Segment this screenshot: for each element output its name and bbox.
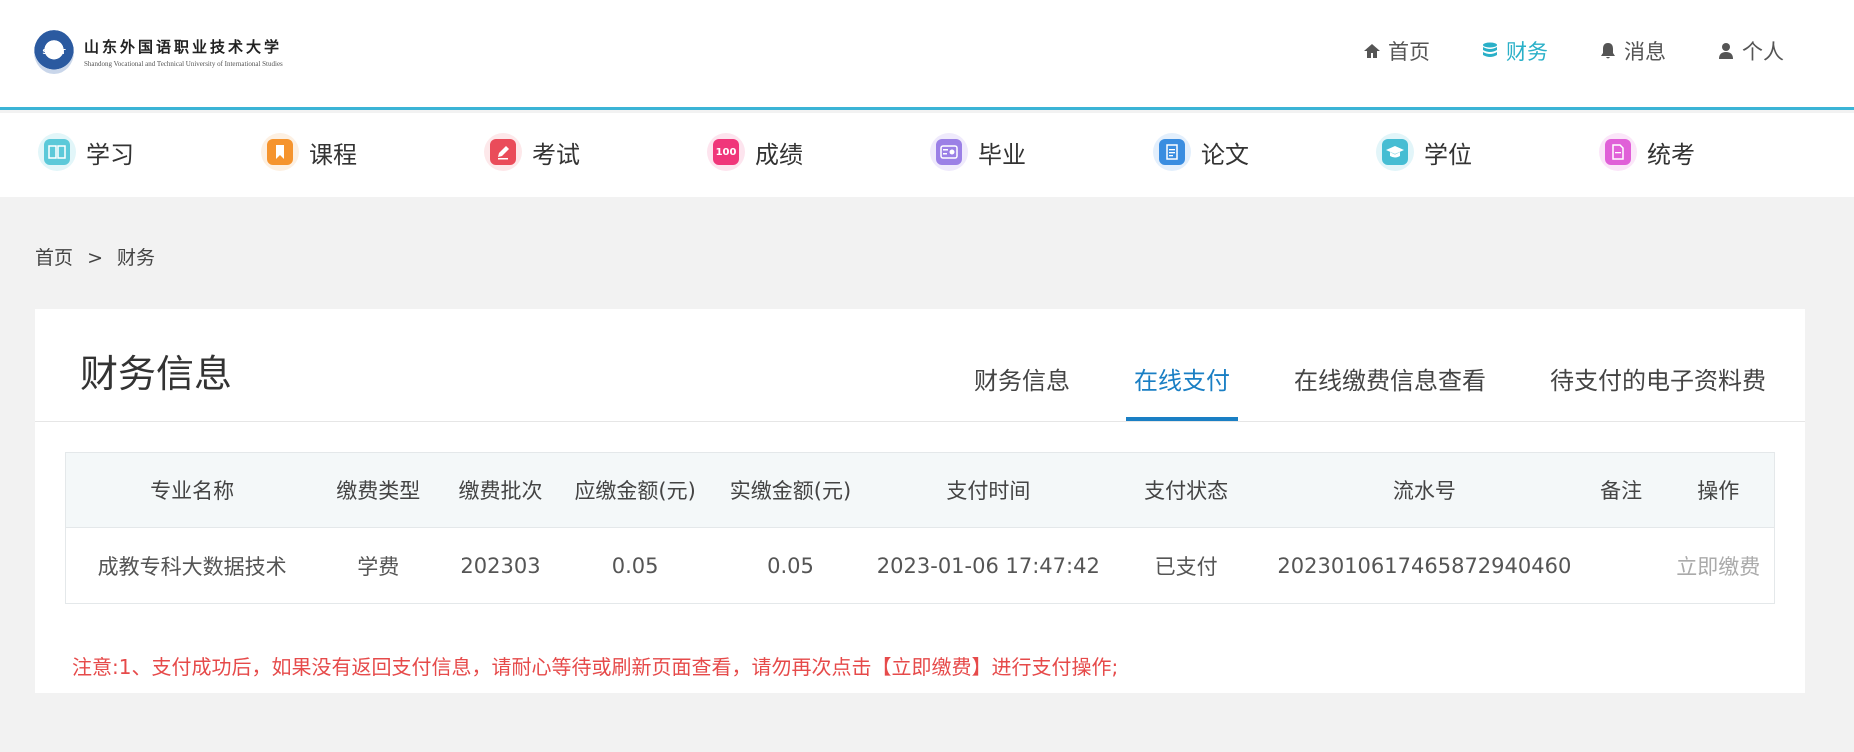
- home-icon: [1364, 44, 1380, 58]
- university-emblem-icon: SWUT: [34, 30, 74, 74]
- col-amount-paid: 实缴金额(元): [707, 452, 874, 528]
- emblem-text: SWUT: [42, 48, 66, 56]
- user-icon: [1719, 43, 1733, 59]
- topnav-messages[interactable]: 消息: [1598, 36, 1666, 66]
- table-header-row: 专业名称 缴费类型 缴费批次 应缴金额(元) 实缴金额(元) 支付时间 支付状态…: [65, 452, 1775, 528]
- topnav-home[interactable]: 首页: [1362, 36, 1430, 66]
- table-row: 成教专科大数据技术 学费 202303 0.05 0.05 2023-01-06…: [66, 528, 1775, 604]
- logo-chinese-name: 山东外国语职业技术大学: [84, 38, 283, 56]
- cell-amount-due: 0.05: [611, 553, 659, 578]
- topnav-home-label: 首页: [1388, 40, 1430, 64]
- cell-major: 成教专科大数据技术: [97, 554, 287, 579]
- col-action: 操作: [1662, 452, 1775, 528]
- card-title: 财务信息: [80, 352, 233, 396]
- tab-online-payment[interactable]: 在线支付: [1126, 361, 1238, 421]
- graduation-cap-icon: [1376, 133, 1414, 171]
- card-header: 财务信息 财务信息 在线支付 在线缴费信息查看 待支付的电子资料费: [35, 309, 1805, 422]
- module-degree[interactable]: 学位: [1376, 133, 1472, 171]
- finance-card: 财务信息 财务信息 在线支付 在线缴费信息查看 待支付的电子资料费 专业名称 缴…: [35, 309, 1805, 693]
- bookmark-icon: [261, 133, 299, 171]
- module-degree-label: 学位: [1424, 140, 1472, 169]
- pencil-icon: [484, 133, 522, 171]
- col-batch: 缴费批次: [438, 452, 563, 528]
- file-stack-icon: [1599, 133, 1637, 171]
- book-open-icon: [38, 133, 76, 171]
- module-thesis[interactable]: 论文: [1153, 133, 1249, 171]
- module-grades[interactable]: 100 成绩: [707, 133, 803, 171]
- certificate-icon: [930, 133, 968, 171]
- tab-payment-records[interactable]: 在线缴费信息查看: [1286, 361, 1494, 421]
- cell-amount-paid: 0.05: [767, 553, 814, 578]
- document-icon: [1153, 133, 1191, 171]
- module-exam[interactable]: 考试: [484, 133, 580, 171]
- payment-notice: 注意:1、支付成功后，如果没有返回支付信息，请耐心等待或刷新页面查看，请勿再次点…: [72, 655, 1119, 679]
- topnav-personal[interactable]: 个人: [1716, 36, 1784, 66]
- breadcrumb-home[interactable]: 首页: [35, 247, 73, 269]
- col-pay-status: 支付状态: [1103, 452, 1270, 528]
- top-nav: 首页 财务 消息 个人: [1312, 36, 1784, 66]
- breadcrumb-separator: >: [87, 247, 103, 269]
- module-graduation-label: 毕业: [978, 140, 1026, 169]
- tab-pending-material-fees[interactable]: 待支付的电子资料费: [1542, 361, 1774, 421]
- module-nav: 学习 课程 考试 100 成绩 毕业 论文 学位 统考: [0, 113, 1854, 197]
- payment-table: 专业名称 缴费类型 缴费批次 应缴金额(元) 实缴金额(元) 支付时间 支付状态…: [65, 452, 1775, 604]
- module-thesis-label: 论文: [1201, 140, 1249, 169]
- col-remarks: 备注: [1579, 452, 1663, 528]
- tab-finance-info[interactable]: 财务信息: [966, 361, 1078, 421]
- topnav-finance[interactable]: 财务: [1480, 36, 1548, 66]
- module-grades-label: 成绩: [755, 140, 803, 169]
- university-logo[interactable]: SWUT 山东外国语职业技术大学 Shandong Vocational and…: [34, 29, 283, 75]
- module-unified-exam[interactable]: 统考: [1599, 133, 1695, 171]
- cell-fee-type: 学费: [357, 554, 400, 579]
- col-amount-due: 应缴金额(元): [562, 452, 708, 528]
- module-graduation[interactable]: 毕业: [930, 133, 1026, 171]
- breadcrumb: 首页 > 财务: [35, 243, 163, 270]
- pay-now-link[interactable]: 立即缴费: [1663, 528, 1775, 604]
- cell-pay-status: 已支付: [1154, 554, 1218, 579]
- topnav-personal-label: 个人: [1742, 40, 1784, 64]
- col-serial-number: 流水号: [1269, 452, 1580, 528]
- topnav-finance-label: 财务: [1506, 40, 1548, 64]
- module-exam-label: 考试: [532, 140, 580, 169]
- logo-english-name: Shandong Vocational and Technical Univer…: [84, 60, 283, 68]
- col-fee-type: 缴费类型: [318, 452, 439, 528]
- col-major: 专业名称: [65, 452, 319, 528]
- top-header: SWUT 山东外国语职业技术大学 Shandong Vocational and…: [0, 0, 1854, 110]
- cell-serial-number: 202301061746587294046​0: [1277, 553, 1572, 578]
- database-icon: [1483, 42, 1497, 57]
- col-pay-time: 支付时间: [873, 452, 1104, 528]
- module-study[interactable]: 学习: [38, 133, 134, 171]
- cell-remarks: [1580, 528, 1663, 604]
- bell-icon: [1601, 43, 1615, 59]
- topnav-messages-label: 消息: [1624, 40, 1666, 64]
- module-study-label: 学习: [86, 140, 134, 169]
- module-unified-exam-label: 统考: [1647, 140, 1695, 169]
- score-100-icon: 100: [707, 133, 745, 171]
- cell-pay-time: 2023-01-06 17:47:42: [876, 553, 1100, 578]
- breadcrumb-current: 财务: [117, 247, 156, 269]
- cell-batch: 202303: [460, 553, 541, 578]
- finance-tabs: 财务信息 在线支付 在线缴费信息查看 待支付的电子资料费: [918, 361, 1774, 421]
- module-course-label: 课程: [309, 140, 357, 169]
- module-course[interactable]: 课程: [261, 133, 357, 171]
